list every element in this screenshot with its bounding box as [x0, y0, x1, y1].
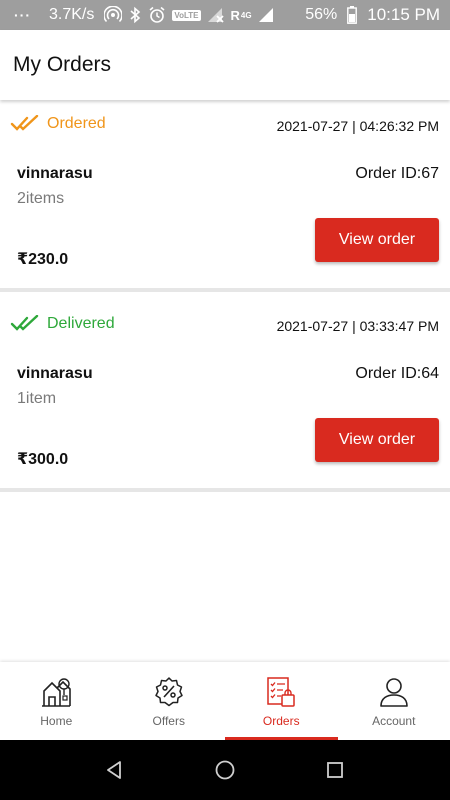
notification-dots: ··· [14, 7, 31, 23]
screen: ··· 3.7K/s VoLTE R 4G 56% 10:15 PM My Or… [0, 0, 450, 800]
home-button-icon[interactable] [214, 759, 236, 781]
customer-name: vinnarasu [17, 365, 93, 382]
order-datetime: 2021-07-27 | 04:26:32 PM [276, 118, 439, 134]
alarm-icon [148, 6, 166, 24]
account-icon [379, 678, 408, 707]
system-nav-bar [0, 740, 450, 800]
offers-icon [155, 677, 183, 707]
status-bar: ··· 3.7K/s VoLTE R 4G 56% 10:15 PM [0, 0, 450, 30]
order-price: ₹300.0 [17, 451, 69, 468]
view-order-button[interactable]: View order [315, 218, 439, 262]
order-card[interactable]: Ordered 2021-07-27 | 04:26:32 PM vinnara… [0, 100, 450, 292]
clock: 10:15 PM [367, 5, 440, 24]
roaming-label: R [230, 7, 240, 23]
volte-label: VoLTE [172, 9, 201, 21]
double-check-icon [10, 115, 39, 131]
nav-label-offers: Offers [152, 714, 185, 728]
order-price: ₹230.0 [17, 251, 69, 268]
order-card[interactable]: Delivered 2021-07-27 | 03:33:47 PM vinna… [0, 300, 450, 492]
bottom-nav: Home Offers Orders Account [0, 662, 450, 740]
order-id: Order ID:67 [355, 165, 439, 182]
page-title: My Orders [13, 53, 112, 76]
item-count: 1item [17, 390, 57, 407]
signal-type-label: 4G [240, 10, 252, 20]
nav-item-account[interactable]: Account [338, 662, 450, 740]
bluetooth-icon [128, 6, 142, 24]
battery-icon [347, 6, 358, 24]
order-status-label: Ordered [47, 115, 106, 132]
double-check-icon [10, 315, 39, 331]
nav-label-home: Home [40, 714, 73, 728]
battery-percent: 56% [305, 6, 338, 23]
app-bar: My Orders [0, 30, 450, 100]
signal-off-icon [207, 7, 225, 23]
customer-name: vinnarasu [17, 165, 93, 182]
roaming-indicator: R 4G [231, 8, 252, 23]
nav-item-offers[interactable]: Offers [113, 662, 226, 740]
nav-label-orders: Orders [262, 714, 300, 728]
back-icon[interactable] [105, 760, 125, 780]
recents-icon[interactable] [325, 760, 345, 780]
home-icon [42, 678, 72, 707]
card-divider [0, 488, 450, 492]
order-status-label: Delivered [47, 315, 115, 332]
card-divider [0, 288, 450, 292]
hotspot-icon [104, 6, 123, 24]
view-order-button[interactable]: View order [315, 418, 439, 462]
order-status: Delivered [10, 315, 115, 333]
network-speed: 3.7K/s [49, 6, 95, 23]
order-status: Ordered [10, 115, 106, 133]
nav-label-account: Account [372, 714, 416, 728]
order-id: Order ID:64 [355, 365, 439, 382]
nav-item-orders[interactable]: Orders [225, 662, 338, 740]
nav-item-home[interactable]: Home [0, 662, 113, 740]
signal-icon [258, 7, 274, 23]
volte-icon: VoLTE [172, 9, 201, 21]
item-count: 2items [17, 190, 65, 207]
orders-icon [267, 677, 295, 707]
order-datetime: 2021-07-27 | 03:33:47 PM [276, 318, 439, 334]
